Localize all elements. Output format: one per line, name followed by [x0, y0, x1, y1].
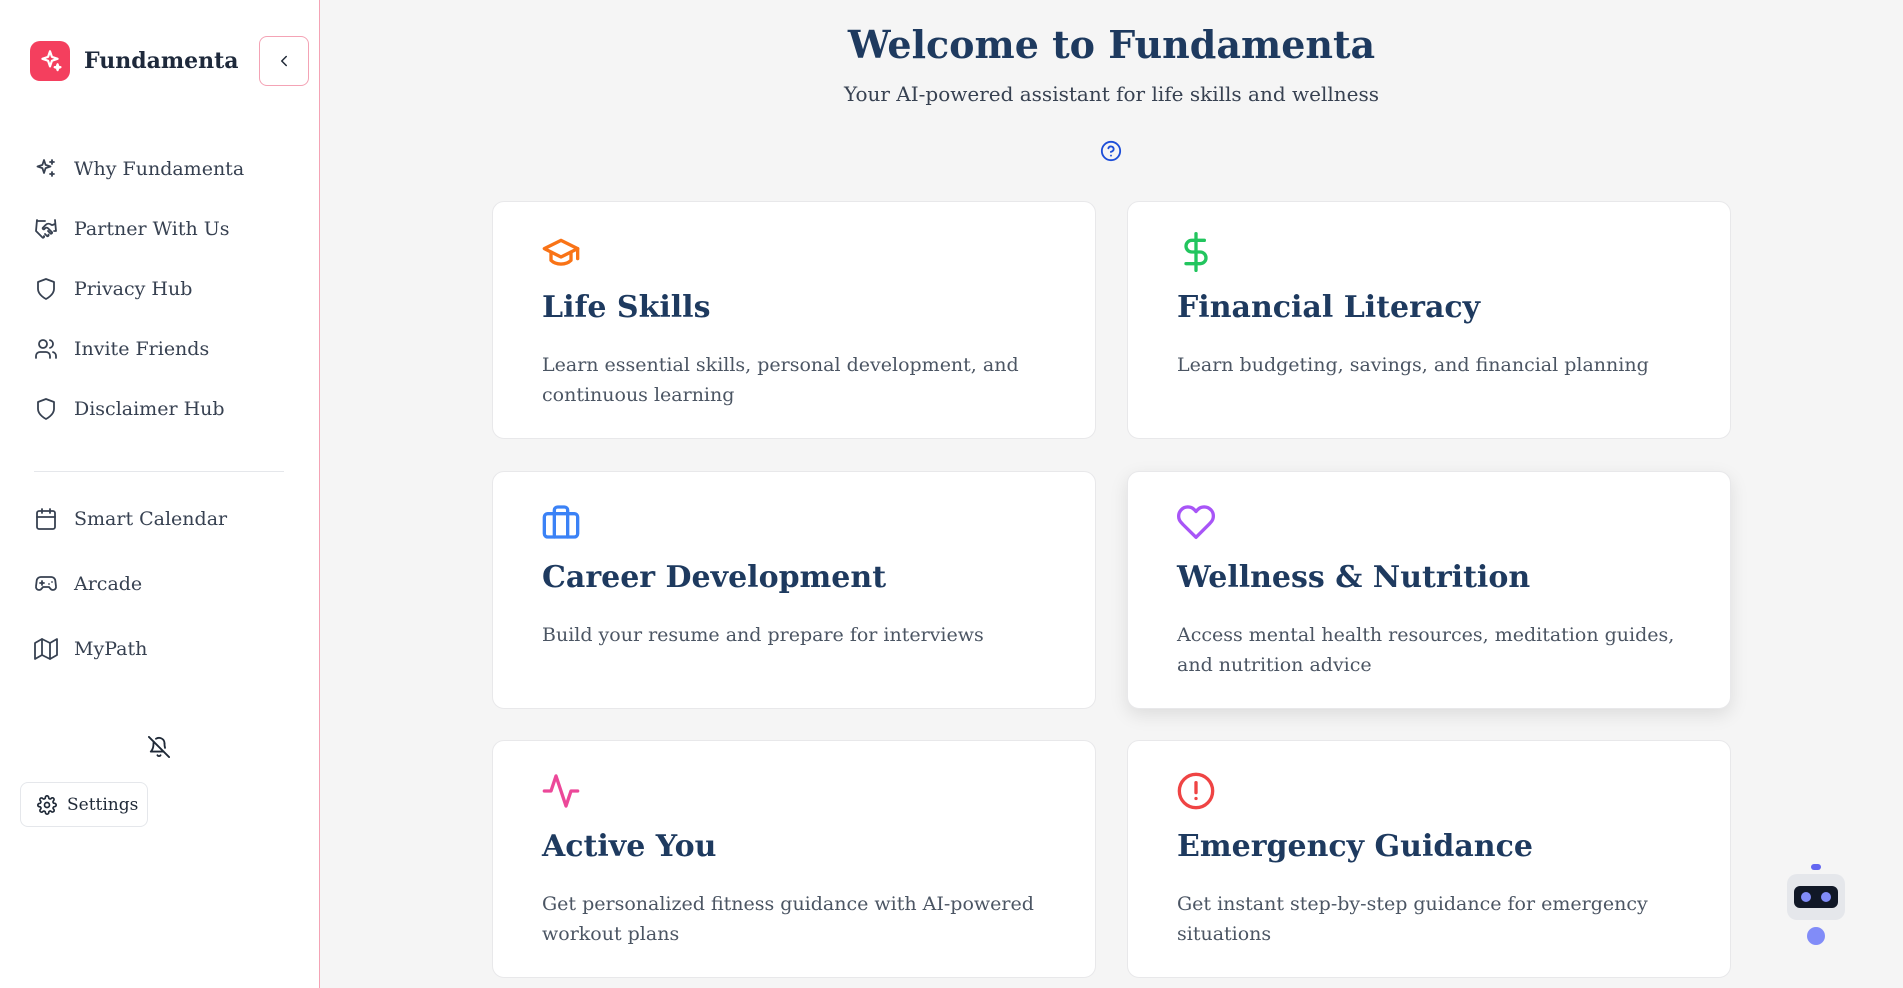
- card-title: Life Skills: [542, 290, 711, 325]
- sidebar-item-label: Partner With Us: [74, 218, 230, 240]
- card-wellness-nutrition[interactable]: Wellness & Nutrition Access mental healt…: [1127, 471, 1731, 709]
- sidebar-item-label: MyPath: [74, 638, 148, 660]
- tools-nav: Smart Calendar Arcade MyPath: [34, 499, 294, 694]
- help-circle-icon[interactable]: [1100, 140, 1122, 162]
- card-title: Career Development: [542, 560, 887, 595]
- sidebar: Fundamenta Why Fundamenta Partner With U…: [0, 0, 320, 988]
- sidebar-item-label: Why Fundamenta: [74, 158, 245, 180]
- graduation-cap-icon: [542, 238, 580, 266]
- card-active-you[interactable]: Active You Get personalized fitness guid…: [492, 740, 1096, 978]
- card-description: Access mental health resources, meditati…: [1177, 624, 1675, 676]
- briefcase-icon: [542, 505, 580, 539]
- calendar-icon: [36, 508, 56, 530]
- sidebar-item-label: Invite Friends: [74, 338, 210, 360]
- card-description: Get personalized fitness guidance with A…: [542, 893, 1034, 945]
- chevron-left-icon: [281, 55, 287, 67]
- sidebar-divider: [34, 471, 284, 472]
- card-description: Learn budgeting, savings, and financial …: [1177, 354, 1649, 376]
- handshake-icon: [35, 219, 57, 239]
- bell-off-icon[interactable]: [148, 736, 170, 758]
- sidebar-item-privacy-hub[interactable]: Privacy Hub: [34, 269, 294, 309]
- sidebar-item-why-fundamenta[interactable]: Why Fundamenta: [34, 149, 294, 189]
- sidebar-item-label: Privacy Hub: [74, 278, 193, 300]
- card-title: Wellness & Nutrition: [1177, 560, 1531, 595]
- card-life-skills[interactable]: Life Skills Learn essential skills, pers…: [492, 201, 1096, 439]
- shield-icon: [37, 398, 55, 420]
- brand[interactable]: Fundamenta: [30, 41, 239, 81]
- sidebar-item-label: Smart Calendar: [74, 508, 228, 530]
- map-icon: [34, 638, 58, 660]
- sidebar-item-partner-with-us[interactable]: Partner With Us: [34, 209, 294, 249]
- alert-circle-icon: [1177, 772, 1215, 810]
- card-description: Get instant step-by-step guidance for em…: [1177, 893, 1648, 945]
- settings-button[interactable]: Settings: [20, 782, 148, 827]
- sidebar-item-arcade[interactable]: Arcade: [34, 564, 294, 604]
- sidebar-item-label: Arcade: [74, 573, 143, 595]
- page-subtitle: Your AI-powered assistant for life skill…: [843, 82, 1379, 106]
- settings-label: Settings: [67, 794, 139, 815]
- page-title: Welcome to Fundamenta: [847, 22, 1376, 67]
- activity-icon: [542, 774, 580, 808]
- robot-icon[interactable]: [1785, 862, 1847, 947]
- gamepad-icon: [35, 576, 57, 591]
- card-description: Build your resume and prepare for interv…: [542, 624, 984, 646]
- card-title: Emergency Guidance: [1177, 829, 1533, 864]
- collapse-sidebar-button[interactable]: [259, 36, 309, 86]
- sidebar-item-smart-calendar[interactable]: Smart Calendar: [34, 499, 294, 539]
- card-title: Financial Literacy: [1177, 290, 1481, 325]
- sidebar-item-mypath[interactable]: MyPath: [34, 629, 294, 669]
- sparkles-icon: [36, 159, 55, 177]
- card-career-development[interactable]: Career Development Build your resume and…: [492, 471, 1096, 709]
- gear-icon: [37, 794, 57, 815]
- shield-icon: [37, 278, 55, 300]
- heart-icon: [1176, 505, 1216, 539]
- sidebar-item-invite-friends[interactable]: Invite Friends: [34, 329, 294, 369]
- sparkle-icon: [30, 41, 70, 81]
- card-title: Active You: [542, 829, 717, 864]
- dollar-sign-icon: [1184, 232, 1208, 272]
- sidebar-item-label: Disclaimer Hub: [74, 398, 225, 420]
- primary-nav: Why Fundamenta Partner With Us Privacy H…: [34, 149, 294, 449]
- card-emergency-guidance[interactable]: Emergency Guidance Get instant step-by-s…: [1127, 740, 1731, 978]
- card-description: Learn essential skills, personal develop…: [542, 354, 1019, 406]
- sidebar-item-disclaimer-hub[interactable]: Disclaimer Hub: [34, 389, 294, 429]
- users-icon: [35, 339, 57, 359]
- card-financial-literacy[interactable]: Financial Literacy Learn budgeting, savi…: [1127, 201, 1731, 439]
- brand-name: Fundamenta: [84, 48, 239, 74]
